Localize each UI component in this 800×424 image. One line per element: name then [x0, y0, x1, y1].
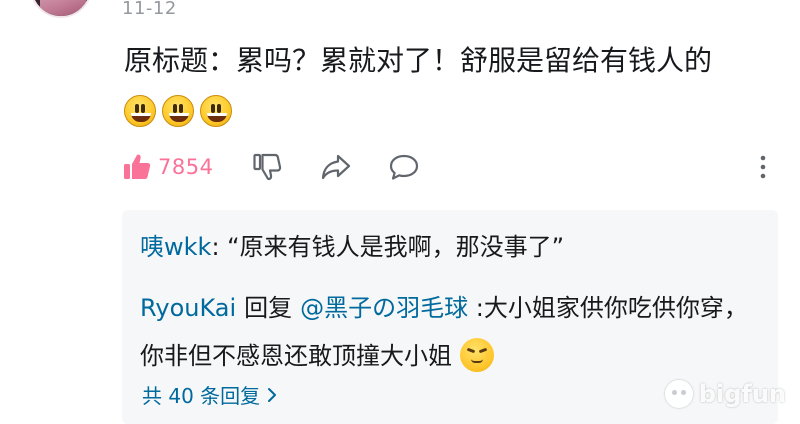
- dislike-button[interactable]: [252, 152, 282, 182]
- annoyed-emoji: [460, 338, 494, 372]
- reply-item: RyouKai 回复 @黑子の羽毛球 :大小姐家供你吃供你穿，你非但不感恩还敢顶撞大…: [140, 284, 760, 380]
- emoji-row: [124, 95, 232, 127]
- watermark-text: bigfun: [698, 380, 786, 408]
- watermark: bigfun: [664, 380, 786, 408]
- share-arrow-icon: [320, 152, 352, 182]
- grin-emoji: [162, 95, 194, 127]
- comment-text: 原标题：累吗？累就对了！舒服是留给有钱人的: [124, 44, 713, 77]
- grin-emoji: [124, 95, 156, 127]
- vertical-dots-icon: [758, 152, 768, 182]
- reply-mention[interactable]: @黑子の羽毛球: [300, 294, 468, 322]
- reply-username[interactable]: 咦wkk: [140, 233, 211, 261]
- thumbs-down-icon: [252, 152, 282, 182]
- comment-page: 11-12 原标题：累吗？累就对了！舒服是留给有钱人的 7854 咦wkk: “…: [0, 0, 800, 424]
- thumbs-up-icon: [122, 152, 152, 182]
- share-button[interactable]: [320, 152, 352, 182]
- avatar[interactable]: [30, 0, 92, 18]
- grin-emoji: [200, 95, 232, 127]
- comment-date: 11-12: [122, 0, 177, 19]
- chevron-right-icon: [266, 386, 278, 404]
- reply-text: : “原来有钱人是我啊，那没事了”: [211, 233, 565, 261]
- like-count: 7854: [158, 155, 214, 179]
- action-bar: 7854: [122, 152, 782, 188]
- reply-item: 咦wkk: “原来有钱人是我啊，那没事了”: [140, 230, 564, 264]
- bigfun-logo-icon: [664, 380, 693, 408]
- reply-button[interactable]: [388, 152, 420, 182]
- like-button[interactable]: 7854: [122, 152, 213, 182]
- total-replies-label: 共 40 条回复: [142, 384, 261, 408]
- comment-bubble-icon: [388, 152, 420, 182]
- more-options-button[interactable]: [758, 152, 768, 182]
- reply-action: 回复: [244, 294, 293, 322]
- view-all-replies-link[interactable]: 共 40 条回复: [142, 380, 278, 409]
- reply-username[interactable]: RyouKai: [140, 294, 236, 322]
